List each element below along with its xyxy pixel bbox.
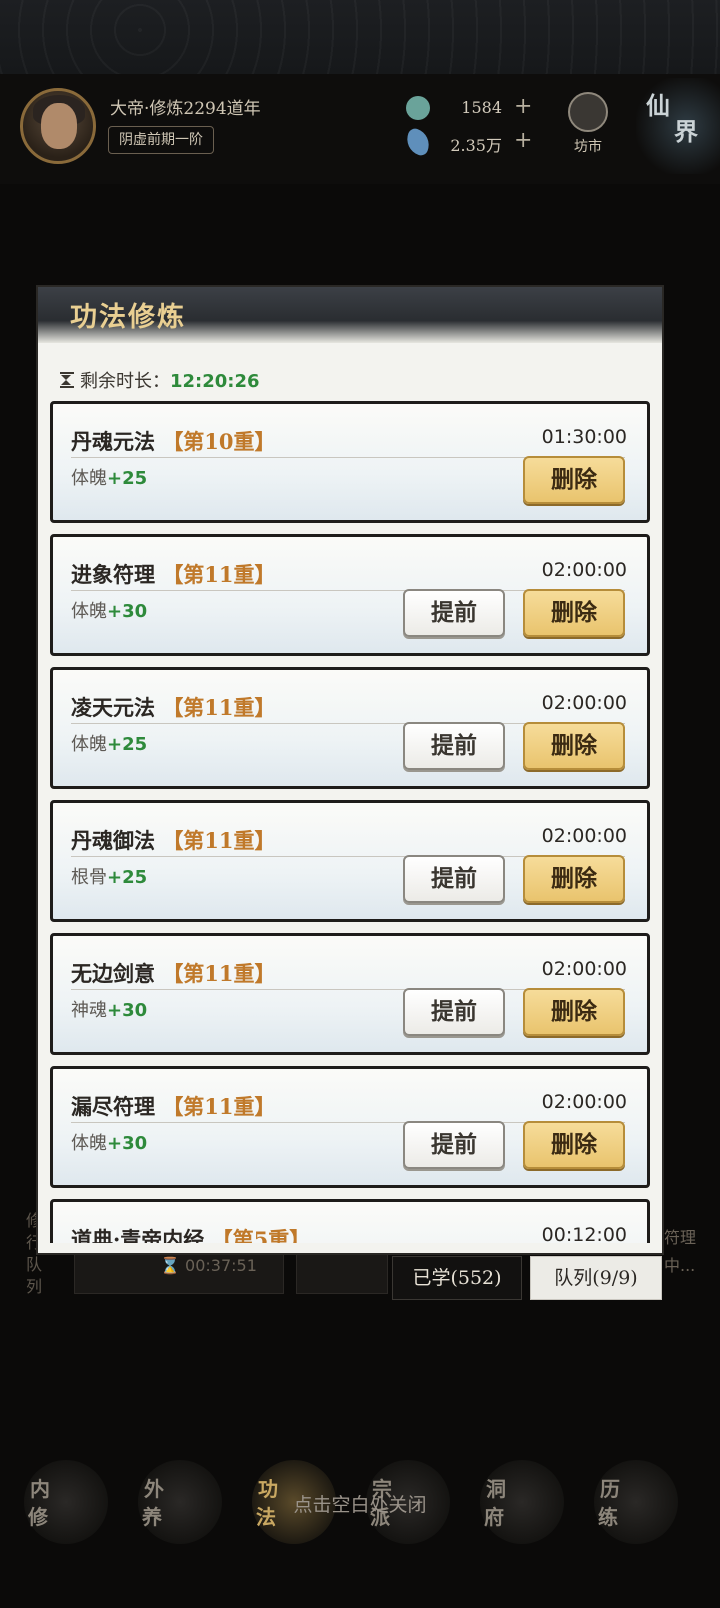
hourglass-icon [60,372,74,388]
dialog-header: 功法修炼 [38,287,662,343]
remaining-label: 剩余时长： [80,371,170,392]
remaining-value: 12:20:26 [170,371,260,392]
attribute-bonus: +25 [107,867,148,888]
technique-name: 丹魂御法 [71,828,155,853]
technique-level: 【第5重】 [211,1227,311,1243]
attribute-name: 体魄 [71,468,107,489]
duration: 02:00:00 [541,1091,627,1113]
delete-button[interactable]: 删除 [523,1121,625,1169]
attribute-name: 神魂 [71,1000,107,1021]
player-avatar[interactable] [20,88,96,164]
queue-item: 凌天元法 【第11重】 02:00:00 体魄+25 提前 删除 [50,667,650,789]
remaining-time: 剩余时长：12:20:26 [60,367,260,393]
technique-level: 【第11重】 [162,828,276,853]
attribute-bonus: +30 [107,1133,148,1154]
attribute-bonus: +25 [107,468,148,489]
advance-button[interactable]: 提前 [403,855,505,903]
queue-item: 漏尽符理 【第11重】 02:00:00 体魄+30 提前 删除 [50,1066,650,1188]
add-jade-button[interactable]: + [514,94,532,119]
queue-item: 无边剑意 【第11重】 02:00:00 神魂+30 提前 删除 [50,933,650,1055]
xianjie-label: 仙 [646,91,670,120]
jade-icon [406,96,430,120]
dialog-title: 功法修炼 [70,302,186,333]
attribute-bonus: +30 [107,1000,148,1021]
queue-list[interactable]: 丹魂元法 【第10重】 01:30:00 体魄+25 删除 进象符理 【第11重… [50,401,650,1243]
technique-name: 道典·青帝内经 [71,1227,205,1243]
delete-button[interactable]: 删除 [523,722,625,770]
tab-learned[interactable]: 已学(552) [392,1256,522,1300]
technique-name: 进象符理 [71,562,155,587]
advance-button[interactable]: 提前 [403,589,505,637]
queue-item: 进象符理 【第11重】 02:00:00 体魄+30 提前 删除 [50,534,650,656]
technique-level: 【第11重】 [162,695,276,720]
queue-item: 道典·青帝内经 【第5重】 00:12:00 [50,1199,650,1243]
attribute-bonus: +30 [107,601,148,622]
background-timer: ⌛ 00:37:51 [160,1256,257,1275]
market-button[interactable]: 坊市 [556,92,620,156]
xianjie-label: 界 [674,117,698,146]
attribute-name: 体魄 [71,1133,107,1154]
resource-value: 2.35万 [450,136,502,155]
technique-name: 凌天元法 [71,695,155,720]
cultivation-dialog: 功法修炼 剩余时长：12:20:26 丹魂元法 【第10重】 01:30:00 … [38,287,662,1253]
top-banner [0,0,720,74]
resource-value: 1584 [461,98,502,117]
hourglass-icon: ⌛ [160,1256,186,1275]
market-icon [568,92,608,132]
attribute-name: 体魄 [71,601,107,622]
technique-name: 丹魂元法 [71,429,155,454]
market-label: 坊市 [574,139,602,155]
add-spirit-stone-button[interactable]: + [514,128,532,153]
duration: 02:00:00 [541,692,627,714]
duration: 02:00:00 [541,825,627,847]
advance-button[interactable]: 提前 [403,988,505,1036]
technique-name: 无边剑意 [71,961,155,986]
xianjie-button[interactable]: 仙 界 [636,78,720,174]
queue-item: 丹魂元法 【第10重】 01:30:00 体魄+25 删除 [50,401,650,523]
avatar-face [41,103,77,149]
technique-level: 【第10重】 [162,429,276,454]
background-right-label: 符理 中... [664,1228,697,1275]
attribute-name: 根骨 [71,867,107,888]
technique-level: 【第11重】 [162,1094,276,1119]
player-name: 大帝·修炼2294道年 [110,99,261,119]
delete-button[interactable]: 删除 [523,456,625,504]
duration: 00:12:00 [541,1224,627,1243]
attribute-name: 体魄 [71,734,107,755]
delete-button[interactable]: 删除 [523,988,625,1036]
tab-queue[interactable]: 队列(9/9) [530,1256,662,1300]
duration: 02:00:00 [541,958,627,980]
advance-button[interactable]: 提前 [403,1121,505,1169]
technique-name: 漏尽符理 [71,1094,155,1119]
realm-badge: 阴虚前期一阶 [108,126,214,154]
advance-button[interactable]: 提前 [403,722,505,770]
duration: 01:30:00 [541,426,627,448]
delete-button[interactable]: 删除 [523,855,625,903]
attribute-bonus: +25 [107,734,148,755]
delete-button[interactable]: 删除 [523,589,625,637]
duration: 02:00:00 [541,559,627,581]
technique-level: 【第11重】 [162,961,276,986]
queue-item: 丹魂御法 【第11重】 02:00:00 根骨+25 提前 删除 [50,800,650,922]
close-hint[interactable]: 点击空白处关闭 [0,1490,720,1517]
technique-level: 【第11重】 [162,562,276,587]
